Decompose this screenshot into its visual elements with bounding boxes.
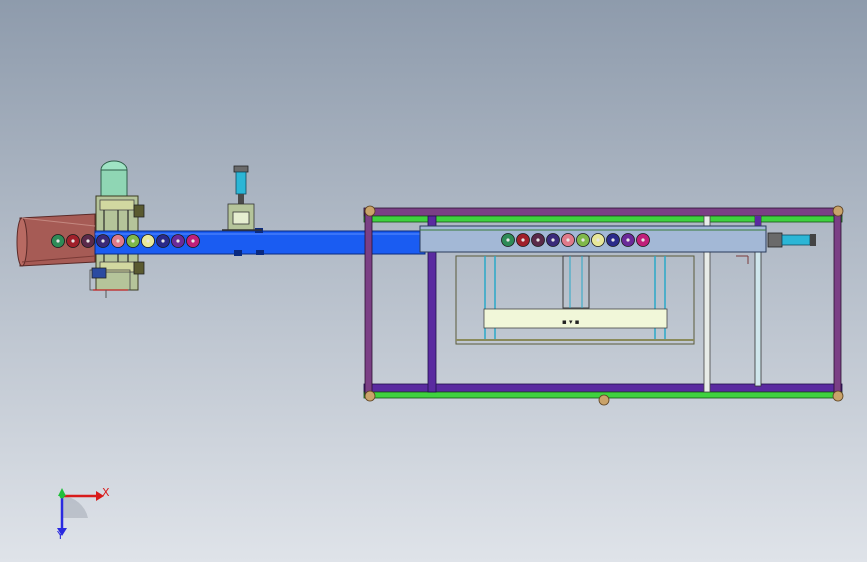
assembly-drawing: ▪ ▾ ▪ — [16, 160, 844, 536]
disc-hole — [116, 239, 120, 243]
disc-hole — [191, 239, 195, 243]
disc-hole — [551, 238, 555, 242]
cad-viewport[interactable]: ▪ ▾ ▪ X Y — [0, 0, 867, 562]
disc-hole — [161, 239, 165, 243]
svg-text:▪ ▾ ▪: ▪ ▾ ▪ — [562, 318, 580, 326]
disc-hole — [131, 239, 135, 243]
disc-hole — [641, 238, 645, 242]
disc-hole — [611, 238, 615, 242]
disc-hole — [56, 239, 60, 243]
disc-hole — [176, 239, 180, 243]
drive-head — [89, 160, 145, 298]
disc-hole — [536, 238, 540, 242]
disc-hole — [86, 239, 90, 243]
upright-cylinder — [222, 165, 262, 231]
disc-hole — [101, 239, 105, 243]
disc-hole — [146, 239, 150, 243]
disc-hole — [626, 238, 630, 242]
disc-hole — [506, 238, 510, 242]
disc-hole — [521, 238, 525, 242]
axis-y-label: Y — [57, 529, 64, 542]
axis-x-label: X — [102, 486, 110, 499]
disc-hole — [596, 238, 600, 242]
axis-triad — [57, 488, 104, 536]
disc-hole — [71, 239, 75, 243]
disc-hole — [566, 238, 570, 242]
disc-hole — [581, 238, 585, 242]
